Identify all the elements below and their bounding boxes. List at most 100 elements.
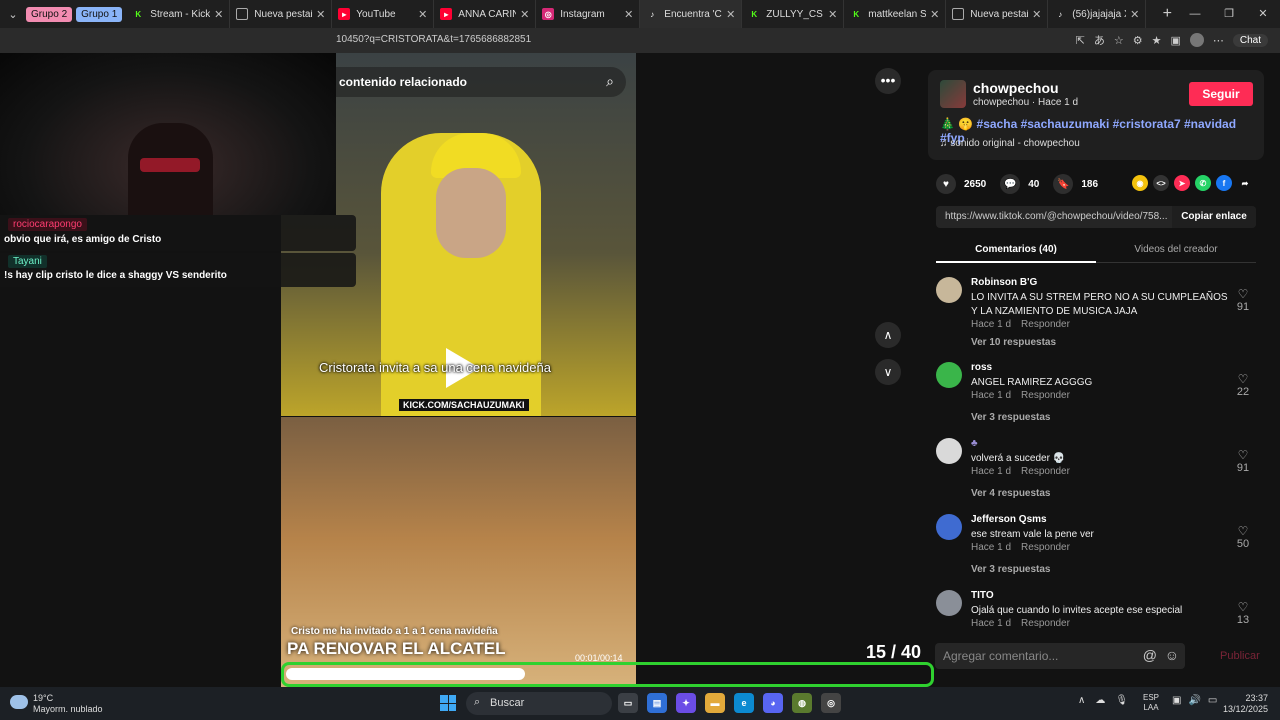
close-icon[interactable]: ✕	[418, 8, 427, 21]
task-view-icon[interactable]: ▭	[618, 693, 638, 713]
close-icon[interactable]: ✕	[1032, 8, 1041, 21]
comment-icon[interactable]: 💬	[1000, 174, 1021, 194]
tab-creator-videos[interactable]: Videos del creador	[1096, 244, 1256, 255]
open-in-app-icon[interactable]: ⇱	[1076, 34, 1085, 47]
more-options-button[interactable]: •••	[875, 68, 901, 94]
sound-link[interactable]: ♫ sonido original - chowpechou	[940, 138, 1080, 149]
quick-settings[interactable]: ▣ 🔊 ▭	[1172, 695, 1217, 706]
reply-button[interactable]: Responder	[1021, 466, 1070, 477]
commenter-avatar[interactable]	[936, 514, 962, 540]
copilot-icon[interactable]: ✦	[676, 693, 696, 713]
profile-avatar[interactable]	[1189, 33, 1204, 47]
comment-like[interactable]: ♡ 50	[1232, 524, 1254, 550]
tab-new-tab-1[interactable]: Nueva pestaña ✕	[230, 0, 333, 28]
tab-instagram[interactable]: ◎ Instagram ✕	[536, 0, 641, 28]
comment-like[interactable]: ♡ 13	[1232, 600, 1254, 626]
close-icon[interactable]: ✕	[520, 8, 529, 21]
facebook-icon[interactable]: f	[1216, 175, 1232, 191]
mention-icon[interactable]: @	[1143, 647, 1157, 663]
commenter-avatar[interactable]	[936, 590, 962, 616]
whatsapp-icon[interactable]: ✆	[1195, 175, 1211, 191]
commenter-name[interactable]: ross	[971, 362, 992, 373]
edge-icon[interactable]: e	[734, 693, 754, 713]
comment-like[interactable]: ♡ 91	[1232, 448, 1254, 474]
close-icon[interactable]: ✕	[930, 8, 939, 21]
tab-comments[interactable]: Comentarios (40)	[936, 244, 1096, 263]
reply-button[interactable]: Responder	[1021, 390, 1070, 401]
tab-search-button[interactable]: ⌄	[0, 0, 26, 28]
taskbar-search[interactable]: ⌕ Buscar	[466, 692, 612, 715]
tab-group-2[interactable]: Grupo 2	[26, 6, 73, 22]
reply-button[interactable]: Responder	[1021, 319, 1070, 330]
windows-start-icon[interactable]	[440, 695, 456, 711]
copilot-chat-button[interactable]: Chat	[1232, 33, 1268, 47]
view-replies-button[interactable]: Ver 3 respuestas	[971, 564, 1051, 575]
view-replies-button[interactable]: Ver 10 respuestas	[971, 337, 1056, 348]
favorite-star-icon[interactable]: ☆	[1114, 34, 1124, 47]
share-link[interactable]: https://www.tiktok.com/@chowpechou/video…	[945, 211, 1175, 222]
author-avatar[interactable]	[940, 80, 966, 108]
system-clock[interactable]: 23:37 13/12/2025	[1223, 693, 1268, 715]
comment-like[interactable]: ♡ 91	[1232, 287, 1254, 313]
reply-button[interactable]: Responder	[1021, 542, 1070, 553]
tab-new-tab-2[interactable]: Nueva pestaña ✕	[946, 0, 1049, 28]
commenter-name[interactable]: Jefferson Qsms	[971, 514, 1047, 525]
search-icon[interactable]: ⌕	[606, 73, 614, 90]
restore-icon[interactable]: ❐	[1212, 0, 1246, 28]
more-menu-icon[interactable]: ⋯	[1213, 34, 1224, 47]
close-icon[interactable]: ✕	[214, 8, 223, 21]
commenter-avatar[interactable]	[936, 277, 962, 303]
emoji-icon[interactable]: ☺	[1165, 647, 1179, 663]
file-explorer-icon[interactable]: ▬	[705, 693, 725, 713]
tab-youtube[interactable]: ▸ YouTube ✕	[332, 0, 435, 28]
commenter-name[interactable]: TITO	[971, 590, 994, 601]
comment-input[interactable]: Agregar comentario... @ ☺	[935, 643, 1185, 669]
close-icon[interactable]: ✕	[316, 8, 325, 21]
close-icon[interactable]: ✕	[624, 8, 633, 21]
previous-video-button[interactable]: ∧	[875, 322, 901, 348]
send-icon[interactable]: ➤	[1174, 175, 1190, 191]
store-icon[interactable]: ▤	[647, 693, 667, 713]
app-icon[interactable]: ◍	[792, 693, 812, 713]
commenter-avatar[interactable]	[936, 438, 962, 464]
comment-like[interactable]: ♡ 22	[1232, 372, 1254, 398]
url-field[interactable]: 10450?q=CRISTORATA&t=1765686882851	[336, 34, 531, 45]
commenter-name[interactable]: Robinson B'G	[971, 277, 1037, 288]
language-indicator[interactable]: ESP LAA	[1143, 693, 1159, 713]
heart-icon[interactable]: ♥	[936, 174, 956, 194]
share-arrow-icon[interactable]: ➦	[1237, 175, 1253, 191]
close-window-icon[interactable]: ✕	[1246, 0, 1280, 28]
collections-icon[interactable]: ▣	[1170, 34, 1180, 47]
embed-icon[interactable]: <>	[1153, 175, 1169, 191]
view-replies-button[interactable]: Ver 3 respuestas	[971, 412, 1051, 423]
extensions-icon[interactable]: ⚙	[1133, 34, 1143, 47]
chevron-up-icon[interactable]: ∧	[1078, 695, 1085, 706]
tab-anna-carina[interactable]: ▸ ANNA CARINA - D ✕	[434, 0, 537, 28]
commenter-name[interactable]: ♣	[971, 438, 978, 449]
post-comment-button[interactable]: Publicar	[1220, 650, 1260, 662]
chrome-icon[interactable]: ◎	[821, 693, 841, 713]
tab-mattkeelan-stream[interactable]: K mattkeelan Stream ✕	[844, 0, 947, 28]
reply-button[interactable]: Responder	[1021, 618, 1070, 629]
close-icon[interactable]: ✕	[726, 8, 735, 21]
tab-tiktok-search[interactable]: ♪ Encuentra 'CRISTO ✕	[640, 0, 743, 28]
view-replies-button[interactable]: Ver 4 respuestas	[971, 488, 1051, 499]
close-icon[interactable]: ✕	[1130, 8, 1139, 21]
translate-icon[interactable]: あ	[1094, 32, 1105, 48]
commenter-avatar[interactable]	[936, 362, 962, 388]
tab-kick-stream[interactable]: K Stream - Kick Dash ✕	[126, 0, 231, 28]
minimize-icon[interactable]: —	[1178, 0, 1212, 28]
discord-icon[interactable]: ◕	[763, 693, 783, 713]
copy-link-button[interactable]: Copiar enlace	[1172, 206, 1256, 228]
onedrive-icon[interactable]: ☁	[1095, 695, 1105, 706]
microphone-icon[interactable]: 🎙	[1115, 695, 1128, 706]
tab-group-1[interactable]: Grupo 1	[76, 6, 123, 22]
tab-zullyy-stream[interactable]: K ZULLYY_CS Stream ✕	[742, 0, 845, 28]
next-video-button[interactable]: ∨	[875, 359, 901, 385]
favorites-icon[interactable]: ★	[1152, 34, 1162, 47]
video-progress-bar[interactable]	[286, 668, 806, 680]
bookmark-icon[interactable]: 🔖	[1053, 174, 1074, 194]
tab-tiktok-video[interactable]: ♪ (56)jajajaja XD #a ✕	[1048, 0, 1147, 28]
close-icon[interactable]: ✕	[828, 8, 837, 21]
follow-button[interactable]: Seguir	[1189, 82, 1253, 106]
